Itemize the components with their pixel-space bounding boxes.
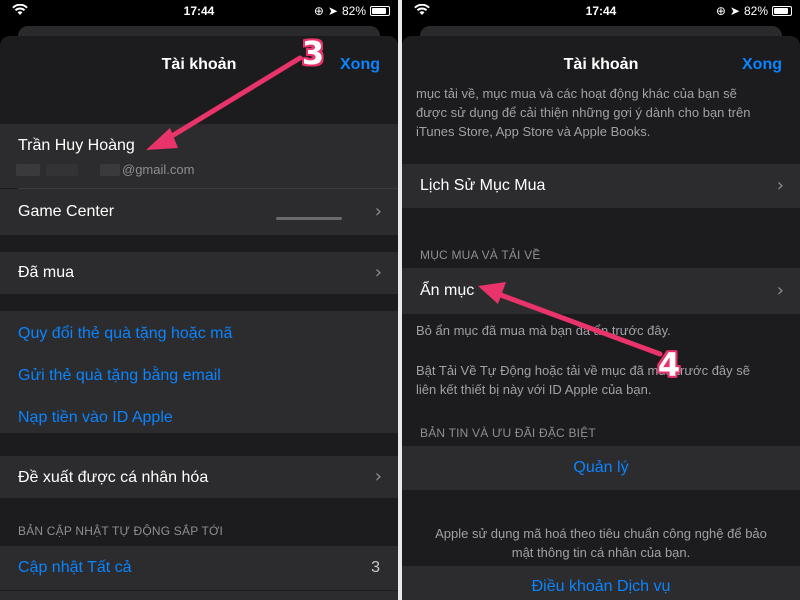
status-bar: 17:44 ⊕ ➤ 82%: [402, 0, 800, 24]
top-description: mục tải về, mục mua và các hoạt động khá…: [416, 84, 786, 141]
chevron-right-icon: ›: [374, 201, 382, 222]
terms-cell[interactable]: Điều khoản Dịch vụ: [402, 566, 800, 600]
updates-section-header: BẢN CẬP NHẬT TỰ ĐỘNG SẮP TỚI: [18, 524, 224, 538]
orientation-lock-icon: ⊕: [313, 4, 324, 18]
location-icon: ➤: [327, 4, 338, 18]
email-redaction: [100, 164, 120, 176]
redeem-gift-link[interactable]: Quy đổi thẻ quà tặng hoặc mã: [18, 325, 232, 343]
chevron-right-icon: ›: [374, 466, 382, 487]
add-funds-link[interactable]: Nạp tiền vào ID Apple: [18, 409, 173, 427]
game-center-cell[interactable]: Game Center ›: [0, 189, 398, 235]
description-line: được sử dụng để cải thiện những gợi ý dà…: [416, 105, 751, 120]
personalized-label: Đề xuất được cá nhân hóa: [18, 469, 209, 486]
note-line: liên kết thiết bị này với ID Apple của b…: [416, 382, 652, 397]
privacy-line: mật thông tin cá nhân của bạn.: [511, 545, 691, 560]
news-section-header: BẢN TIN VÀ ƯU ĐÃI ĐẶC BIỆT: [420, 426, 596, 440]
purchased-cell[interactable]: Đã mua ›: [0, 252, 398, 294]
chevron-right-icon: ›: [776, 175, 784, 196]
privacy-note: Apple sử dụng mã hoá theo tiêu chuẩn côn…: [416, 524, 786, 562]
step-number-3: 3: [301, 34, 325, 72]
purchases-section-header: MỤC MUA VÀ TẢI VỀ: [420, 248, 541, 262]
send-gift-link[interactable]: Gửi thẻ quà tặng bằng email: [18, 367, 221, 385]
annotation-arrow: [478, 282, 663, 357]
battery-icon: [370, 6, 390, 16]
step-number-4: 4: [657, 346, 681, 384]
annotation-arrow: [146, 55, 303, 150]
email-redaction: [46, 164, 78, 176]
purchase-history-cell[interactable]: Lịch Sử Mục Mua ›: [402, 164, 800, 208]
purchased-label: Đã mua: [18, 264, 75, 281]
user-email: @gmail.com: [122, 162, 195, 177]
auto-download-note: Bật Tải Về Tự Động hoặc tải về mục đã mu…: [416, 361, 786, 399]
update-all-cell: Cập nhật Tất cả 3: [0, 546, 398, 590]
done-button[interactable]: Xong: [742, 56, 782, 74]
privacy-line: Apple sử dụng mã hoá theo tiêu chuẩn côn…: [435, 526, 767, 541]
game-center-progress: [276, 217, 342, 220]
manage-link[interactable]: Quản lý: [402, 459, 800, 477]
description-line: iTunes Store, App Store và Apple Books.: [416, 124, 651, 139]
page-title: Tài khoản: [563, 56, 639, 73]
purchase-history-label: Lịch Sử Mục Mua: [420, 177, 546, 194]
battery-icon: [772, 6, 792, 16]
orientation-lock-icon: ⊕: [715, 4, 726, 18]
terms-link[interactable]: Điều khoản Dịch vụ: [402, 578, 800, 596]
location-icon: ➤: [729, 4, 740, 18]
battery-percent: 82%: [341, 4, 366, 18]
user-name: Trần Huy Hoàng: [18, 137, 135, 154]
left-screenshot: 17:44 ⊕ ➤ 82% Tài khoản Xong Trần Huy Ho…: [0, 0, 398, 600]
update-count: 3: [371, 559, 380, 576]
nav-bar: Tài khoản Xong: [402, 36, 800, 88]
manage-cell[interactable]: Quản lý: [402, 446, 800, 490]
game-center-label: Game Center: [18, 203, 115, 220]
email-redaction: [16, 164, 40, 176]
right-screenshot: 17:44 ⊕ ➤ 82% mục tải về, mục mua và các…: [402, 0, 800, 600]
personalized-cell[interactable]: Đề xuất được cá nhân hóa ›: [0, 456, 398, 498]
chevron-right-icon: ›: [776, 280, 784, 301]
hidden-items-label: Ẩn mục: [420, 282, 475, 299]
status-bar: 17:44 ⊕ ➤ 82%: [0, 0, 398, 24]
update-all-link[interactable]: Cập nhật Tất cả: [18, 559, 132, 577]
next-cell: [0, 591, 398, 600]
gift-links-group: Quy đổi thẻ quà tặng hoặc mã Gửi thẻ quà…: [0, 311, 398, 433]
chevron-right-icon: ›: [374, 262, 382, 283]
done-button[interactable]: Xong: [340, 56, 380, 74]
battery-percent: 82%: [743, 4, 768, 18]
